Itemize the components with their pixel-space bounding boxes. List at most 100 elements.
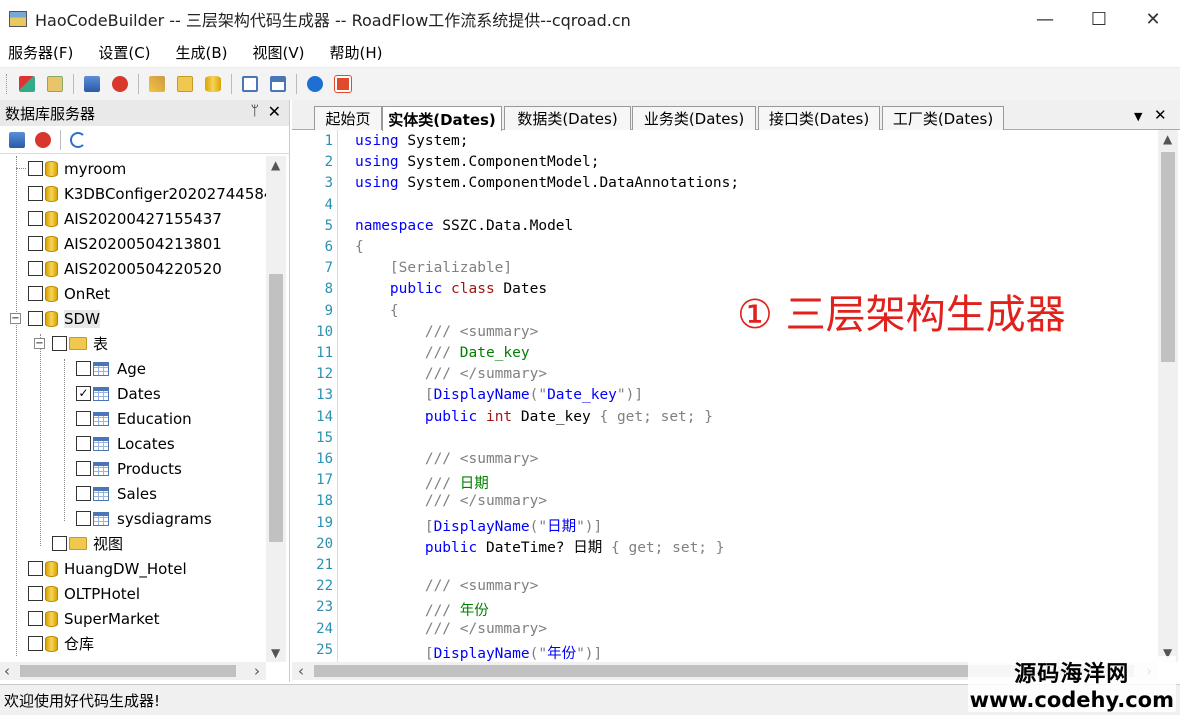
tree-item-db-sdw[interactable]: − SDW <box>10 306 100 331</box>
tree-item-table[interactable]: Education <box>64 406 192 431</box>
checkbox[interactable] <box>76 461 91 476</box>
tree-item-table[interactable]: Age <box>64 356 146 381</box>
tree-item-tables-folder[interactable]: − 表 <box>34 331 108 356</box>
scrollbar-thumb[interactable] <box>20 665 236 677</box>
tree-item-db[interactable]: myroom <box>16 156 126 181</box>
code-line: using System; <box>355 133 469 149</box>
home-icon[interactable] <box>16 73 38 95</box>
maximize-button[interactable]: ☐ <box>1072 0 1126 38</box>
connect-server-icon[interactable] <box>6 129 28 151</box>
panel-close-icon[interactable]: ✕ <box>268 102 281 121</box>
scrollbar-thumb[interactable] <box>1161 152 1175 362</box>
menu-help[interactable]: 帮助(H) <box>322 42 391 63</box>
checkbox[interactable] <box>76 361 91 376</box>
checkbox-checked[interactable]: ✓ <box>76 386 91 401</box>
checkbox[interactable] <box>52 336 67 351</box>
tree-item-db[interactable]: 仓库 <box>16 631 94 656</box>
tree-item-db[interactable]: OnRet <box>16 281 110 306</box>
windows-icon[interactable] <box>267 73 289 95</box>
tree-item-db[interactable]: HuangDW_Hotel <box>16 556 187 581</box>
tree-item-db[interactable]: AIS20200504220520 <box>16 256 222 281</box>
checkbox[interactable] <box>28 636 43 651</box>
minimize-button[interactable]: — <box>1018 0 1072 38</box>
tab-entity-class[interactable]: 实体类(Dates) <box>382 106 502 131</box>
scroll-up-icon[interactable]: ▲ <box>1163 132 1172 146</box>
window-icon[interactable] <box>239 73 261 95</box>
code-editor[interactable]: 1 2 3 4 5 6 7 8 9 10 11 12 13 14 15 16 17 18 19 20 21 22 23 24 2… <box>292 130 1158 662</box>
tree-item-db[interactable]: AIS20200504213801 <box>16 231 222 256</box>
tree-item-db[interactable]: K3DBConfiger20202744584 <box>16 181 266 206</box>
code-token: class <box>451 281 495 298</box>
tree-item-db[interactable]: OLTPHotel <box>16 581 140 606</box>
scroll-left-icon[interactable]: ‹ <box>298 662 304 680</box>
refresh-icon[interactable] <box>67 129 89 151</box>
database-server-panel: 数据库服务器 ᛘ ✕ myroom K3DBConfiger2020274458… <box>0 100 290 682</box>
scroll-down-icon[interactable]: ▼ <box>271 646 280 660</box>
info-icon[interactable] <box>304 73 326 95</box>
clipboard-icon[interactable] <box>44 73 66 95</box>
collapse-icon[interactable]: − <box>34 338 45 349</box>
tab-start-page[interactable]: 起始页 <box>314 106 382 130</box>
line-number: 13 <box>316 387 333 404</box>
scrollbar-thumb[interactable] <box>269 274 283 542</box>
line-number: 2 <box>324 154 333 171</box>
tree-horizontal-scrollbar[interactable]: ‹ › <box>0 662 266 680</box>
tree-item-db[interactable]: SuperMarket <box>16 606 160 631</box>
tree-item-views-folder[interactable]: 视图 <box>40 531 123 556</box>
scroll-up-icon[interactable]: ▲ <box>271 158 280 172</box>
generate-icon[interactable] <box>146 73 168 95</box>
tab-business-class[interactable]: 业务类(Dates) <box>632 106 756 130</box>
checkbox[interactable] <box>52 536 67 551</box>
tree-item-table[interactable]: sysdiagrams <box>64 506 212 531</box>
menu-view[interactable]: 视图(V) <box>245 42 313 63</box>
exit-icon[interactable] <box>332 73 354 95</box>
checkbox[interactable] <box>28 286 43 301</box>
checkbox[interactable] <box>28 261 43 276</box>
database-icon[interactable] <box>202 73 224 95</box>
checkbox[interactable] <box>28 586 43 601</box>
tab-factory-class[interactable]: 工厂类(Dates) <box>882 106 1004 130</box>
checkbox[interactable] <box>76 486 91 501</box>
code-line: /// </summary> <box>355 493 547 509</box>
checkbox[interactable] <box>28 611 43 626</box>
menu-build[interactable]: 生成(B) <box>168 42 236 63</box>
tree-item-table[interactable]: Products <box>64 456 182 481</box>
checkbox[interactable] <box>28 161 43 176</box>
editor-vertical-scrollbar[interactable]: ▲ ▼ <box>1158 130 1178 662</box>
checkbox[interactable] <box>28 211 43 226</box>
tree-item-table[interactable]: Locates <box>64 431 175 456</box>
folder-icon[interactable] <box>174 73 196 95</box>
tab-data-class[interactable]: 数据类(Dates) <box>504 106 631 130</box>
checkbox[interactable] <box>76 411 91 426</box>
tab-dropdown-icon[interactable]: ▼ <box>1134 110 1142 123</box>
connect-server-icon[interactable] <box>81 73 103 95</box>
checkbox[interactable] <box>76 436 91 451</box>
tab-interface-class[interactable]: 接口类(Dates) <box>758 106 880 130</box>
scroll-right-icon[interactable]: › <box>254 662 260 680</box>
pin-icon[interactable]: ᛘ <box>251 103 259 119</box>
tree-item-table[interactable]: ✓ Dates <box>64 381 161 406</box>
code-token: DisplayName <box>433 387 530 404</box>
panel-toolbar <box>0 126 289 154</box>
tab-close-icon[interactable]: ✕ <box>1154 106 1167 124</box>
close-button[interactable]: ✕ <box>1126 0 1180 38</box>
menu-settings[interactable]: 设置(C) <box>90 42 158 63</box>
code-token: /// <summary> <box>355 578 539 595</box>
collapse-icon[interactable]: − <box>10 313 21 324</box>
tree-vertical-scrollbar[interactable]: ▲ ▼ <box>266 156 286 662</box>
checkbox[interactable] <box>28 311 43 326</box>
checkbox[interactable] <box>28 186 43 201</box>
table-icon <box>93 411 109 426</box>
checkbox[interactable] <box>28 561 43 576</box>
tree-item-table[interactable]: Sales <box>64 481 157 506</box>
stop-icon[interactable] <box>109 73 131 95</box>
menu-server[interactable]: 服务器(F) <box>0 42 81 63</box>
code-token: /// <summary> <box>355 323 539 340</box>
checkbox[interactable] <box>76 511 91 526</box>
checkbox[interactable] <box>28 236 43 251</box>
code-line: [DisplayName("Date_key")] <box>355 387 643 403</box>
disconnect-icon[interactable] <box>32 129 54 151</box>
scroll-left-icon[interactable]: ‹ <box>4 662 10 680</box>
tree-item-db[interactable]: AIS20200427155437 <box>16 206 222 231</box>
